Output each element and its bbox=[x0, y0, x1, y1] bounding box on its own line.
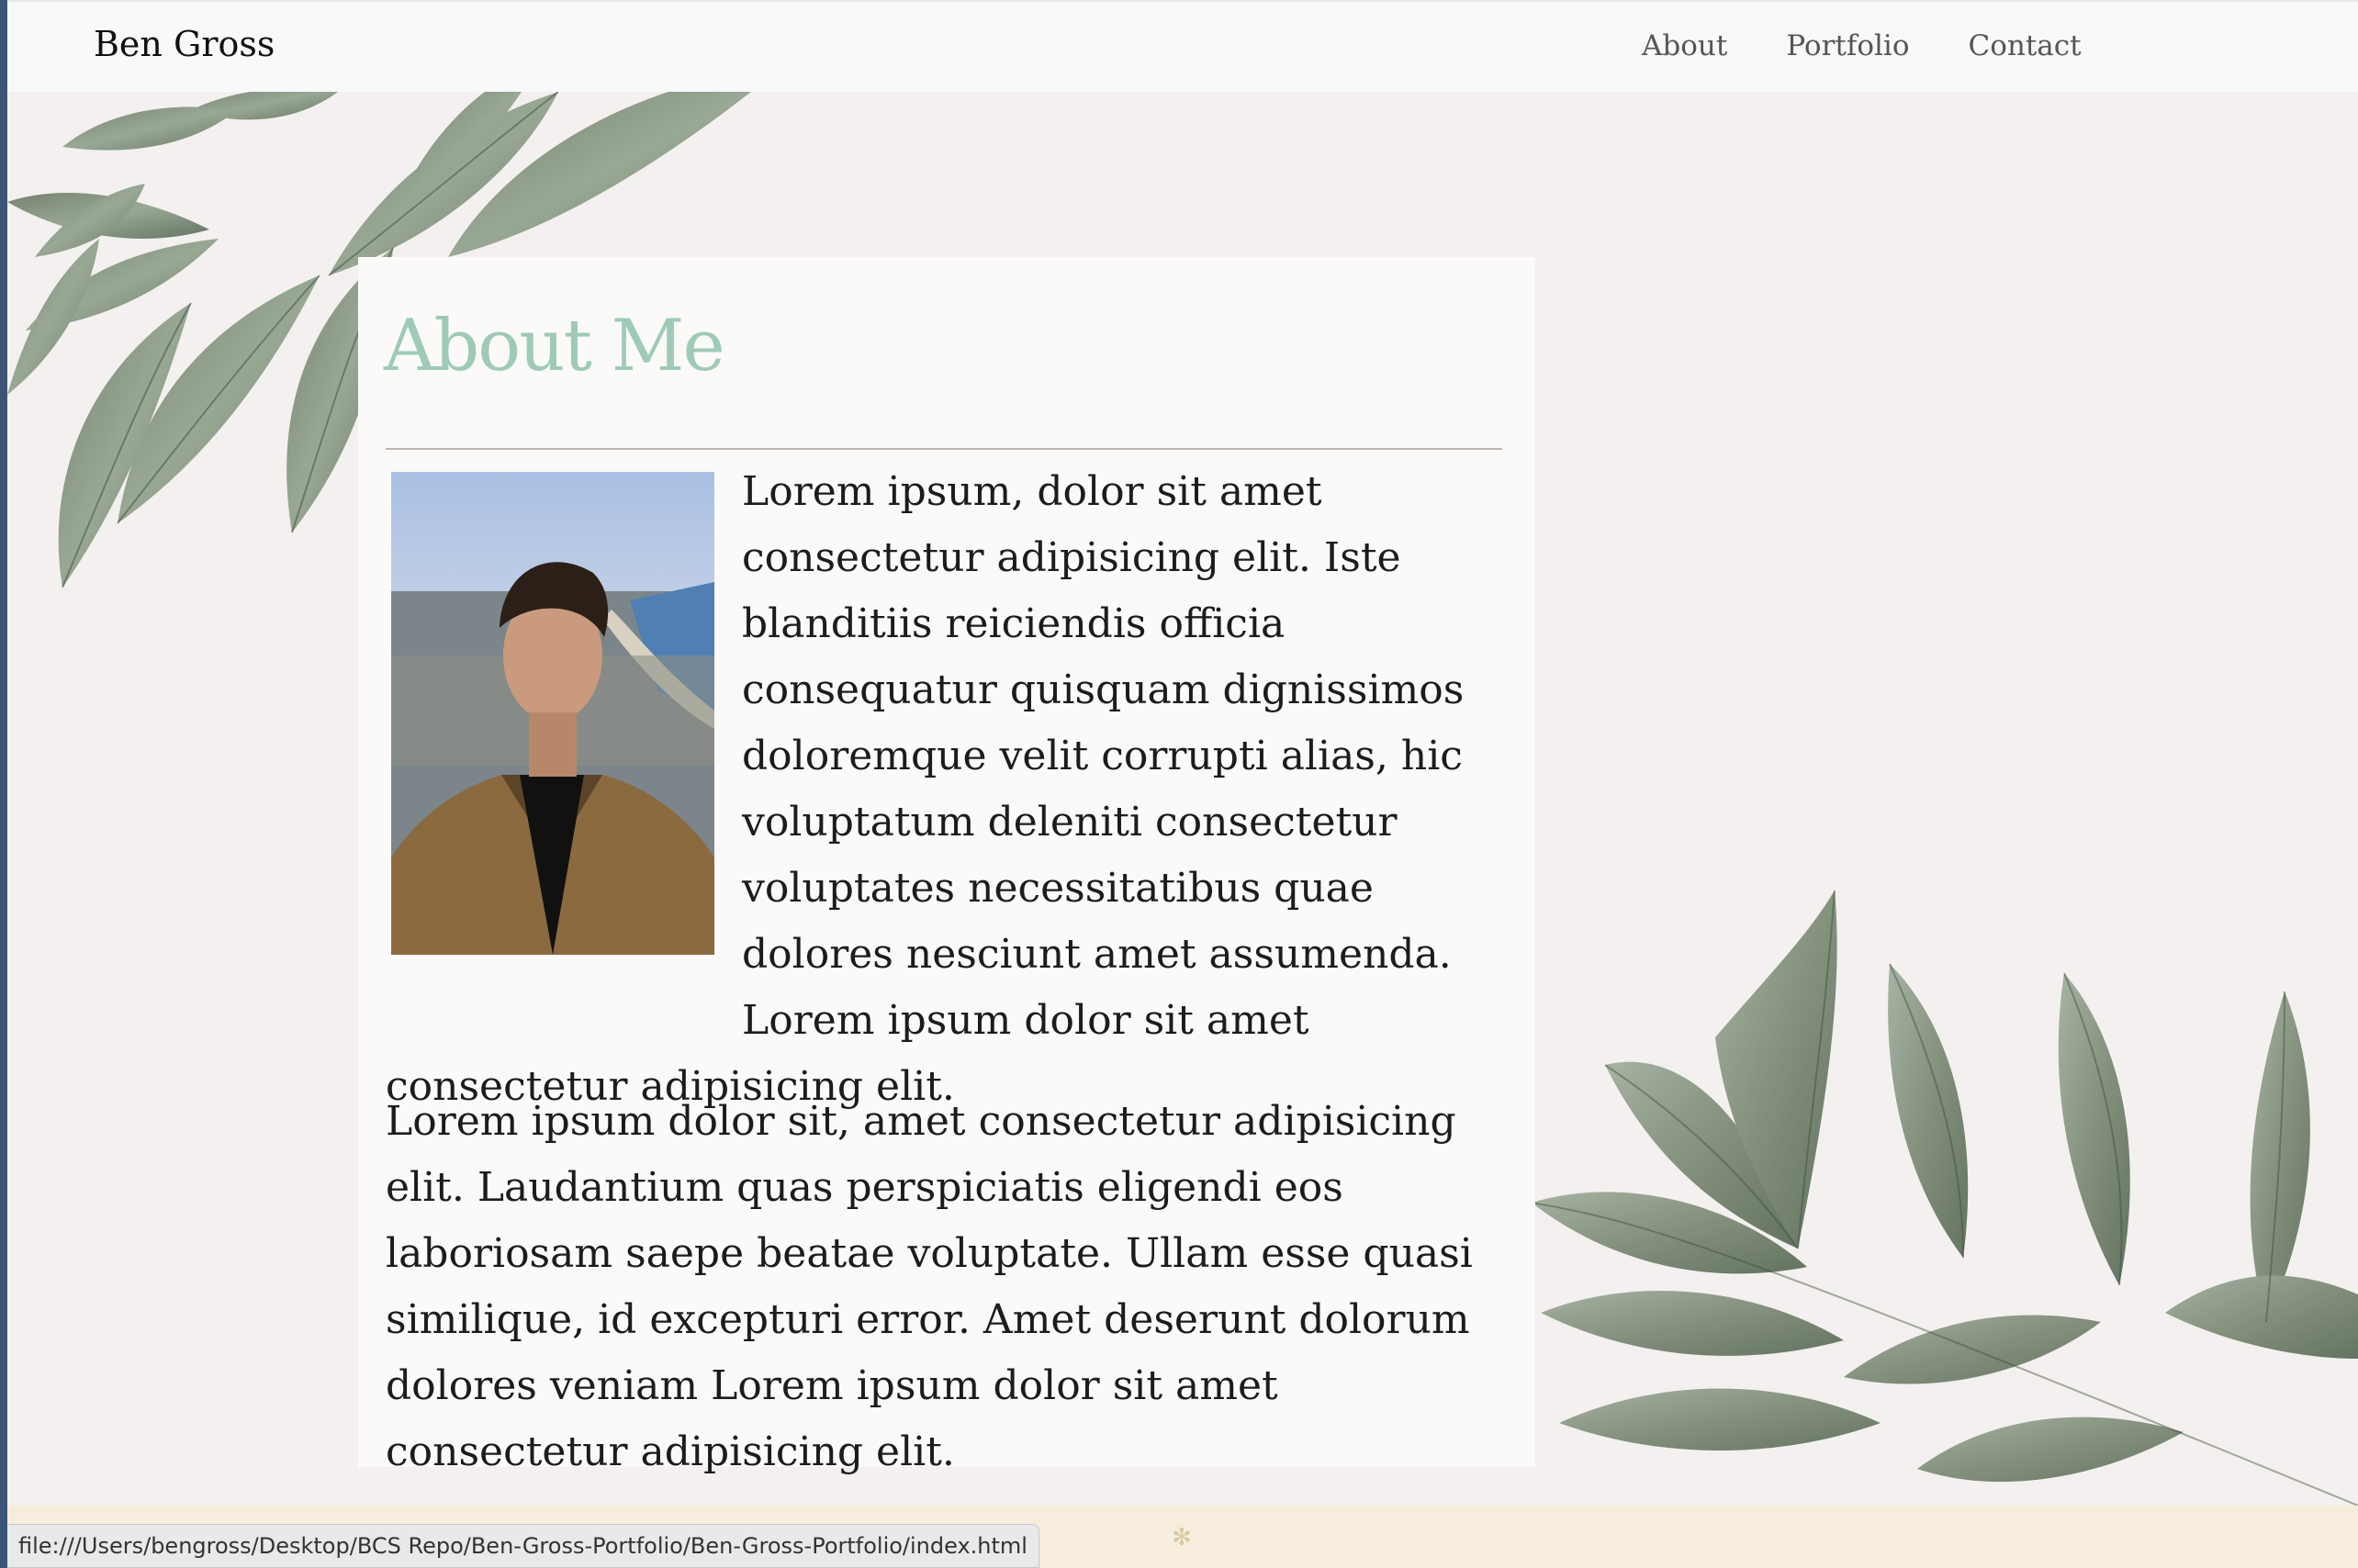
navbar: Ben Gross About Portfolio Contact bbox=[7, 0, 2358, 92]
nav-link-about[interactable]: About bbox=[1642, 29, 1727, 62]
about-paragraph-2: Lorem ipsum dolor sit, amet consectetur … bbox=[386, 1098, 1473, 1475]
navbar-brand[interactable]: Ben Gross bbox=[94, 24, 275, 64]
leaf-icon: ✻ bbox=[1172, 1524, 1192, 1551]
nav-links: About Portfolio Contact bbox=[1642, 29, 2082, 62]
main-content: About Me Lorem ipsum, dolor sit amet con… bbox=[7, 92, 2358, 1506]
about-heading: About Me bbox=[384, 305, 725, 387]
profile-photo-image bbox=[391, 472, 714, 955]
nav-link-portfolio[interactable]: Portfolio bbox=[1786, 29, 1909, 62]
divider bbox=[386, 448, 1502, 450]
about-card: About Me Lorem ipsum, dolor sit amet con… bbox=[358, 257, 1535, 1475]
browser-viewport: Ben Gross About Portfolio Contact About … bbox=[7, 0, 2358, 1568]
status-url: file:///Users/bengross/Desktop/BCS Repo/… bbox=[7, 1524, 1039, 1568]
profile-photo bbox=[391, 472, 714, 955]
nav-link-contact[interactable]: Contact bbox=[1969, 29, 2082, 62]
leaves-bottom-right-image bbox=[1532, 890, 2358, 1506]
